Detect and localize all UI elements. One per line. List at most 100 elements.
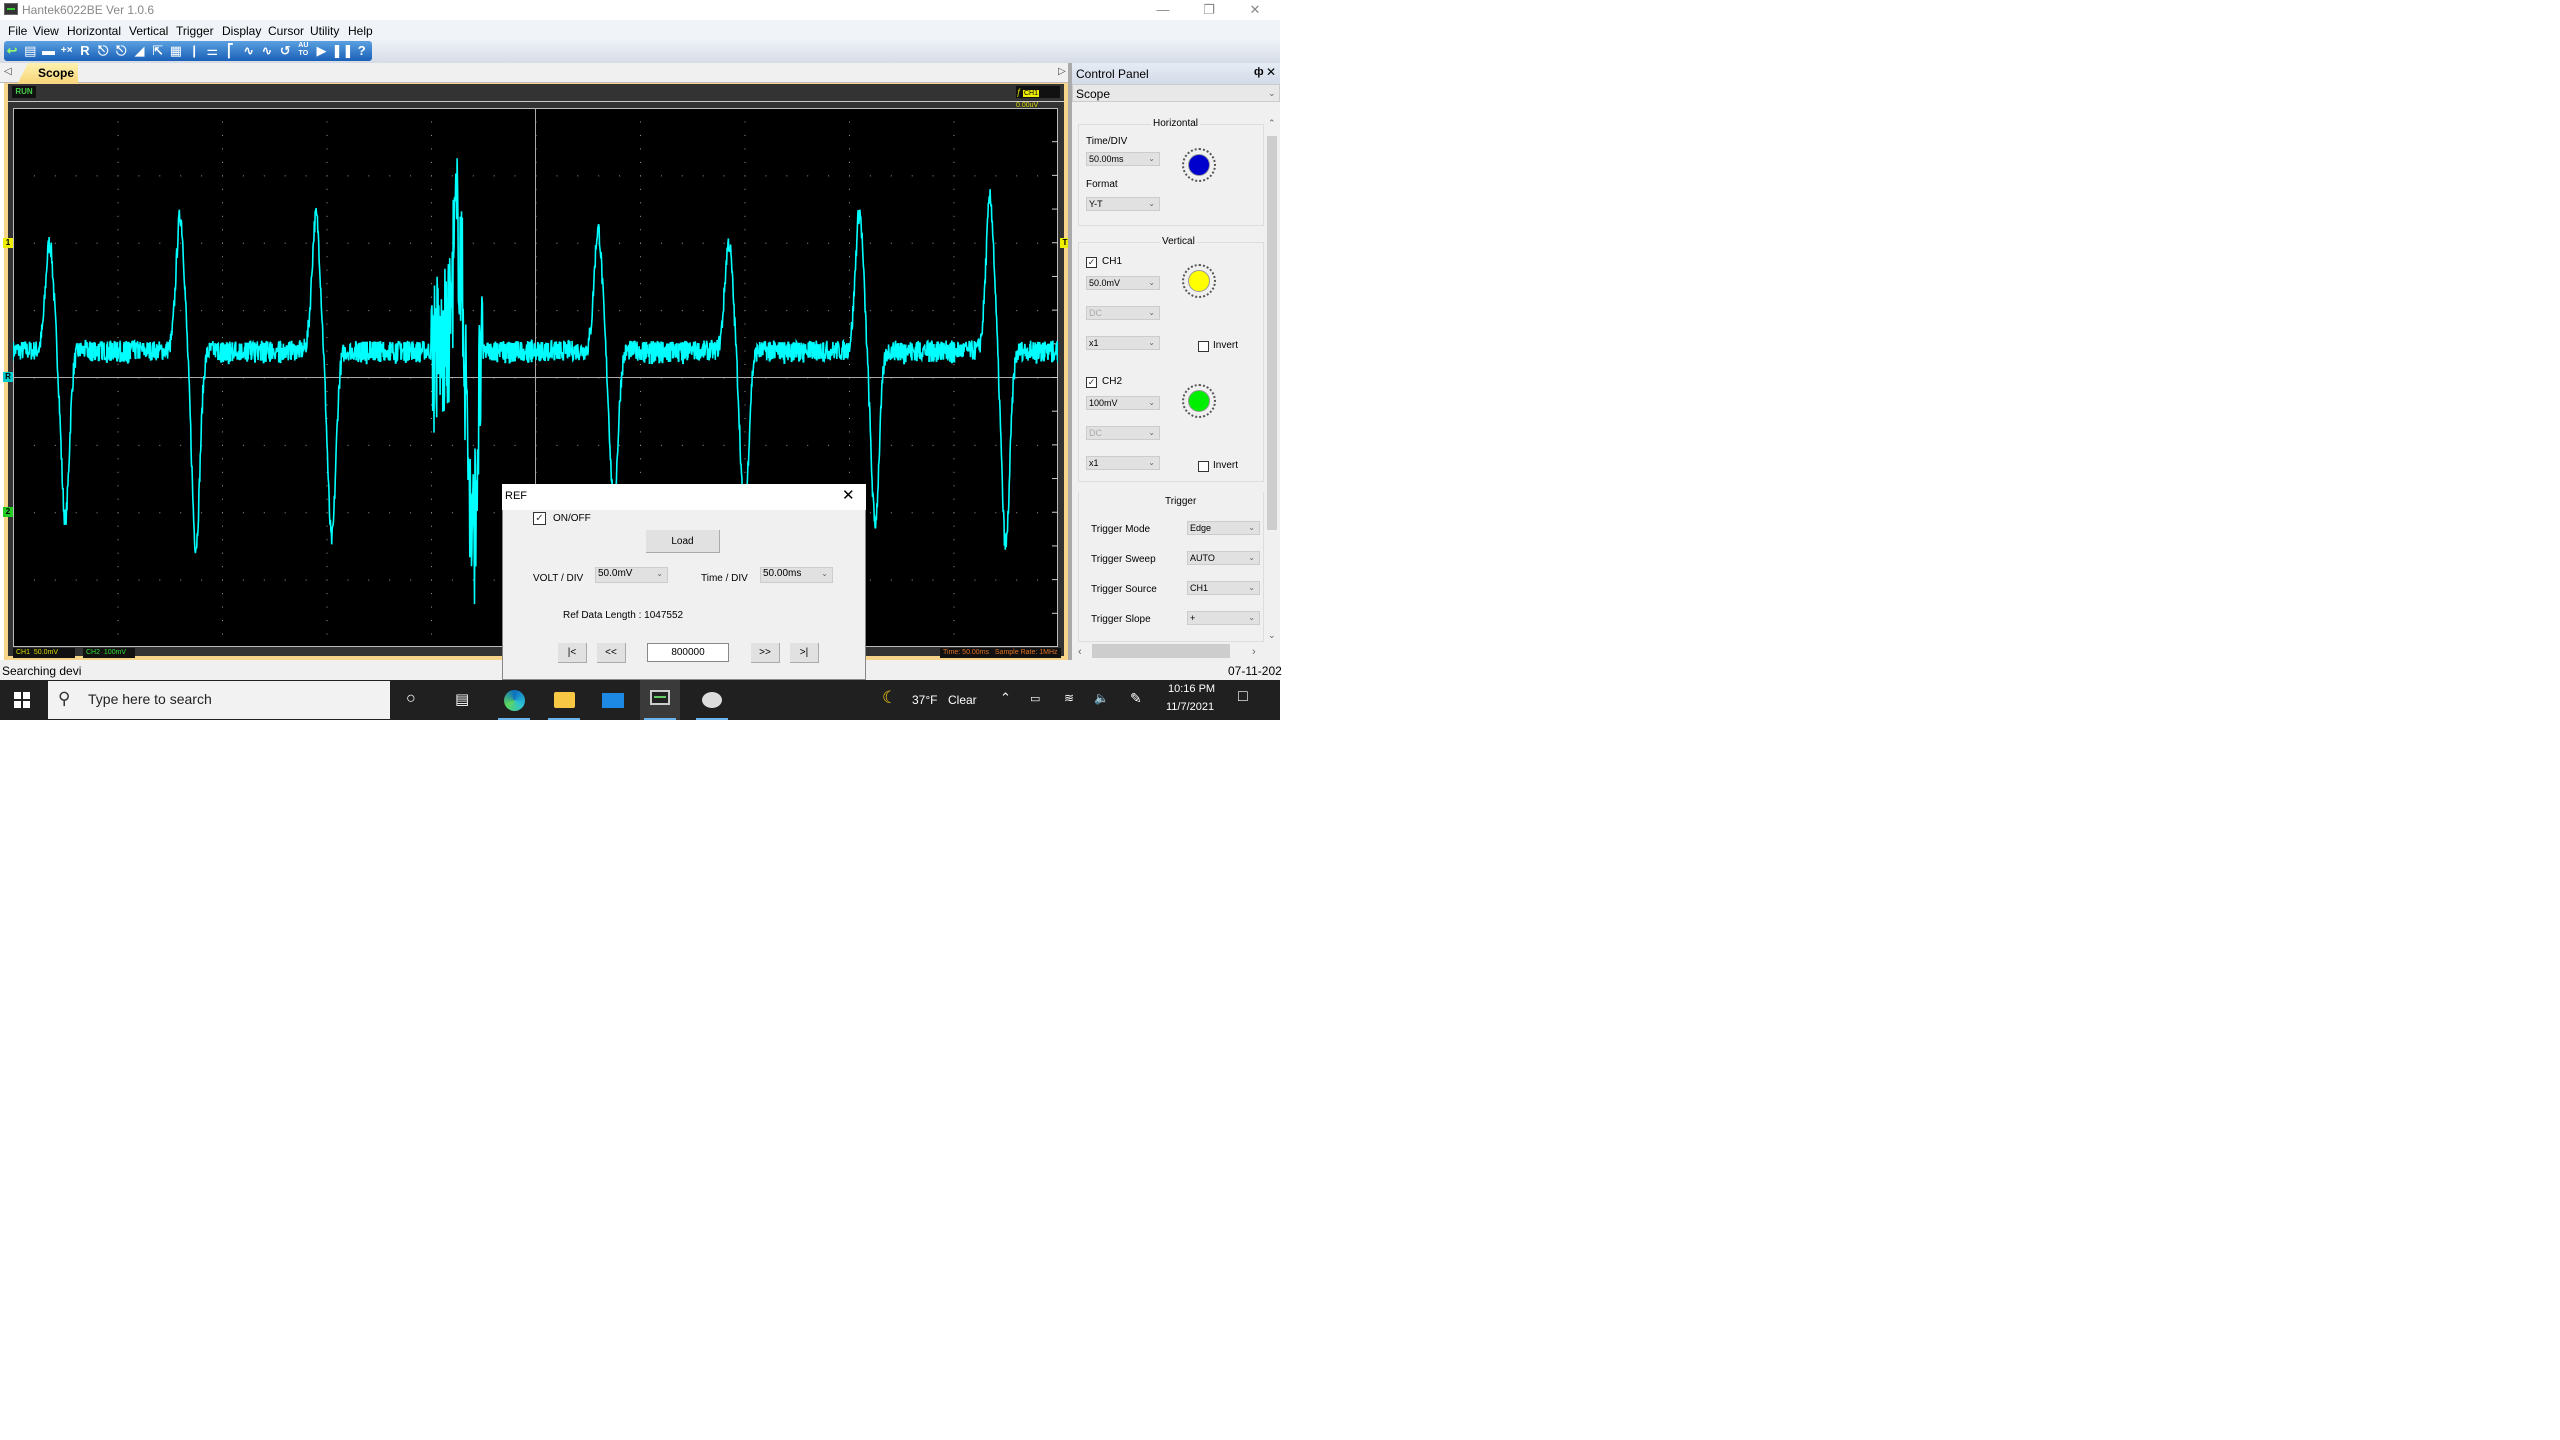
format-select[interactable]: Y-T ⌄: [1086, 197, 1160, 211]
scroll-down-icon[interactable]: ⌄: [1268, 630, 1276, 641]
hantek-icon[interactable]: [640, 680, 680, 720]
ref-first-button[interactable]: |<: [558, 643, 587, 663]
menu-view[interactable]: View: [33, 24, 59, 38]
minimize-button[interactable]: —: [1140, 0, 1186, 20]
pen-icon[interactable]: ✎: [1130, 690, 1142, 707]
ref-onoff-checkbox[interactable]: ✓: [533, 512, 546, 525]
ref-next-button[interactable]: >>: [751, 643, 780, 663]
ref-time-div-select[interactable]: 50.00ms ⌄: [760, 567, 833, 583]
ref-icon[interactable]: R: [77, 42, 93, 60]
menu-horizontal[interactable]: Horizontal: [67, 24, 121, 38]
ch2-volts-select[interactable]: 100mV ⌄: [1086, 396, 1160, 410]
print-icon[interactable]: ▬: [40, 42, 56, 60]
sine-2-icon[interactable]: ∿: [259, 42, 275, 60]
hscroll-thumb[interactable]: [1092, 644, 1230, 658]
sine-icon[interactable]: ∿: [241, 42, 257, 60]
grid-dot: [431, 539, 432, 541]
ch2-marker[interactable]: 2: [3, 507, 13, 517]
ref-volt-div-select[interactable]: 50.0mV ⌄: [595, 567, 668, 583]
task-view-icon[interactable]: ▤: [455, 690, 469, 708]
auto-icon[interactable]: AU TO: [295, 42, 311, 60]
ramp-icon[interactable]: ◢: [131, 42, 147, 60]
undo-icon[interactable]: ↺: [277, 42, 293, 60]
grid-dot: [953, 242, 955, 244]
scroll-right-icon[interactable]: ›: [1252, 646, 1256, 658]
ch1-volts-knob[interactable]: [1182, 264, 1216, 298]
start-button[interactable]: [14, 692, 30, 708]
pause-icon[interactable]: ❚❚: [332, 42, 354, 60]
ch2-probe-select[interactable]: x1 ⌄: [1086, 456, 1160, 470]
trigger-mode-label: Trigger Mode: [1091, 524, 1151, 535]
time-div-knob[interactable]: [1182, 148, 1216, 182]
notifications-icon[interactable]: □: [1238, 688, 1248, 706]
grid-dot: [431, 404, 432, 406]
ch1-volts-select[interactable]: 50.0mV ⌄: [1086, 276, 1160, 290]
clock-date[interactable]: 11/7/2021: [1166, 701, 1214, 713]
ch2-volts-knob[interactable]: [1182, 384, 1216, 418]
tab-scroll-right-icon[interactable]: ▷: [1058, 66, 1066, 77]
menu-utility[interactable]: Utility: [310, 24, 339, 38]
noise-segment: [400, 343, 403, 360]
ref-last-button[interactable]: >|: [790, 643, 819, 663]
battery-icon[interactable]: ▭: [1030, 692, 1040, 705]
file-explorer-icon[interactable]: [544, 680, 584, 720]
save-icon[interactable]: ▤: [22, 42, 38, 60]
noise-segment: [389, 341, 392, 357]
scroll-up-icon[interactable]: ⌃: [1268, 118, 1276, 129]
grid-dot: [953, 148, 955, 150]
ch1-invert-checkbox[interactable]: [1198, 341, 1209, 352]
scroll-left-icon[interactable]: ‹: [1078, 646, 1082, 658]
ref-position-input[interactable]: 800000: [647, 643, 729, 662]
dashed-lines-icon[interactable]: ⚌: [204, 42, 220, 60]
restore-button[interactable]: ❐: [1186, 0, 1232, 20]
pulse-grid-icon[interactable]: ⎋: [113, 42, 129, 60]
ch1-enable-checkbox[interactable]: ✓: [1086, 257, 1097, 268]
help-icon[interactable]: ?: [354, 42, 370, 60]
menu-trigger[interactable]: Trigger: [176, 24, 214, 38]
ref-marker[interactable]: R: [3, 372, 13, 382]
step-icon[interactable]: ⎡: [222, 42, 238, 60]
weather-temp[interactable]: 37°F: [912, 693, 937, 707]
clock-time[interactable]: 10:16 PM: [1168, 683, 1215, 695]
paint-icon[interactable]: [692, 680, 732, 720]
menu-display[interactable]: Display: [222, 24, 261, 38]
trigger-slope-select[interactable]: + ⌄: [1187, 611, 1260, 625]
edge-icon[interactable]: [494, 680, 534, 720]
cursor-select-icon[interactable]: ⇱: [150, 42, 166, 60]
trigger-sweep-select[interactable]: AUTO ⌄: [1187, 551, 1260, 565]
cortana-icon[interactable]: ○: [406, 690, 416, 708]
ch1-probe-select[interactable]: x1 ⌄: [1086, 336, 1160, 350]
ref-close-icon[interactable]: ✕: [842, 486, 855, 504]
grid-dot: [222, 512, 223, 514]
ch2-invert-checkbox[interactable]: [1198, 461, 1209, 472]
volume-icon[interactable]: 🔈: [1094, 691, 1109, 705]
run-icon[interactable]: ▶: [313, 42, 329, 60]
ref-load-button[interactable]: Load: [646, 530, 720, 553]
vscroll-thumb[interactable]: [1267, 136, 1277, 530]
mail-icon[interactable]: [592, 680, 632, 720]
wifi-icon[interactable]: ≋: [1064, 691, 1074, 705]
menu-file[interactable]: File: [8, 24, 27, 38]
ch2-enable-checkbox[interactable]: ✓: [1086, 377, 1097, 388]
ch1-marker[interactable]: 1: [3, 238, 13, 248]
menu-vertical[interactable]: Vertical: [129, 24, 168, 38]
close-button[interactable]: ✕: [1232, 0, 1278, 20]
close-panel-icon[interactable]: ✕: [1266, 65, 1276, 79]
trigger-mode-select[interactable]: Edge ⌄: [1187, 521, 1260, 535]
tab-scroll-left-icon[interactable]: ◁: [4, 66, 12, 77]
weather-condition[interactable]: Clear: [948, 693, 977, 707]
new-icon[interactable]: ↩: [4, 42, 20, 60]
measure-icon[interactable]: +×: [59, 42, 75, 60]
trigger-source-select[interactable]: CH1 ⌄: [1187, 581, 1260, 595]
show-hidden-icons-icon[interactable]: ⌃: [1000, 690, 1011, 706]
divider-icon[interactable]: |: [186, 42, 202, 60]
grid-dot: [389, 579, 391, 581]
menu-cursor[interactable]: Cursor: [268, 24, 304, 38]
grid-icon[interactable]: ▦: [168, 42, 184, 60]
weather-moon-icon[interactable]: ☾: [882, 688, 897, 708]
pulse-icon[interactable]: ⎋: [95, 42, 111, 60]
menu-help[interactable]: Help: [348, 24, 373, 38]
pin-icon[interactable]: ф: [1254, 66, 1264, 78]
ref-prev-button[interactable]: <<: [597, 643, 626, 663]
time-div-select[interactable]: 50.00ms ⌄: [1086, 152, 1160, 166]
